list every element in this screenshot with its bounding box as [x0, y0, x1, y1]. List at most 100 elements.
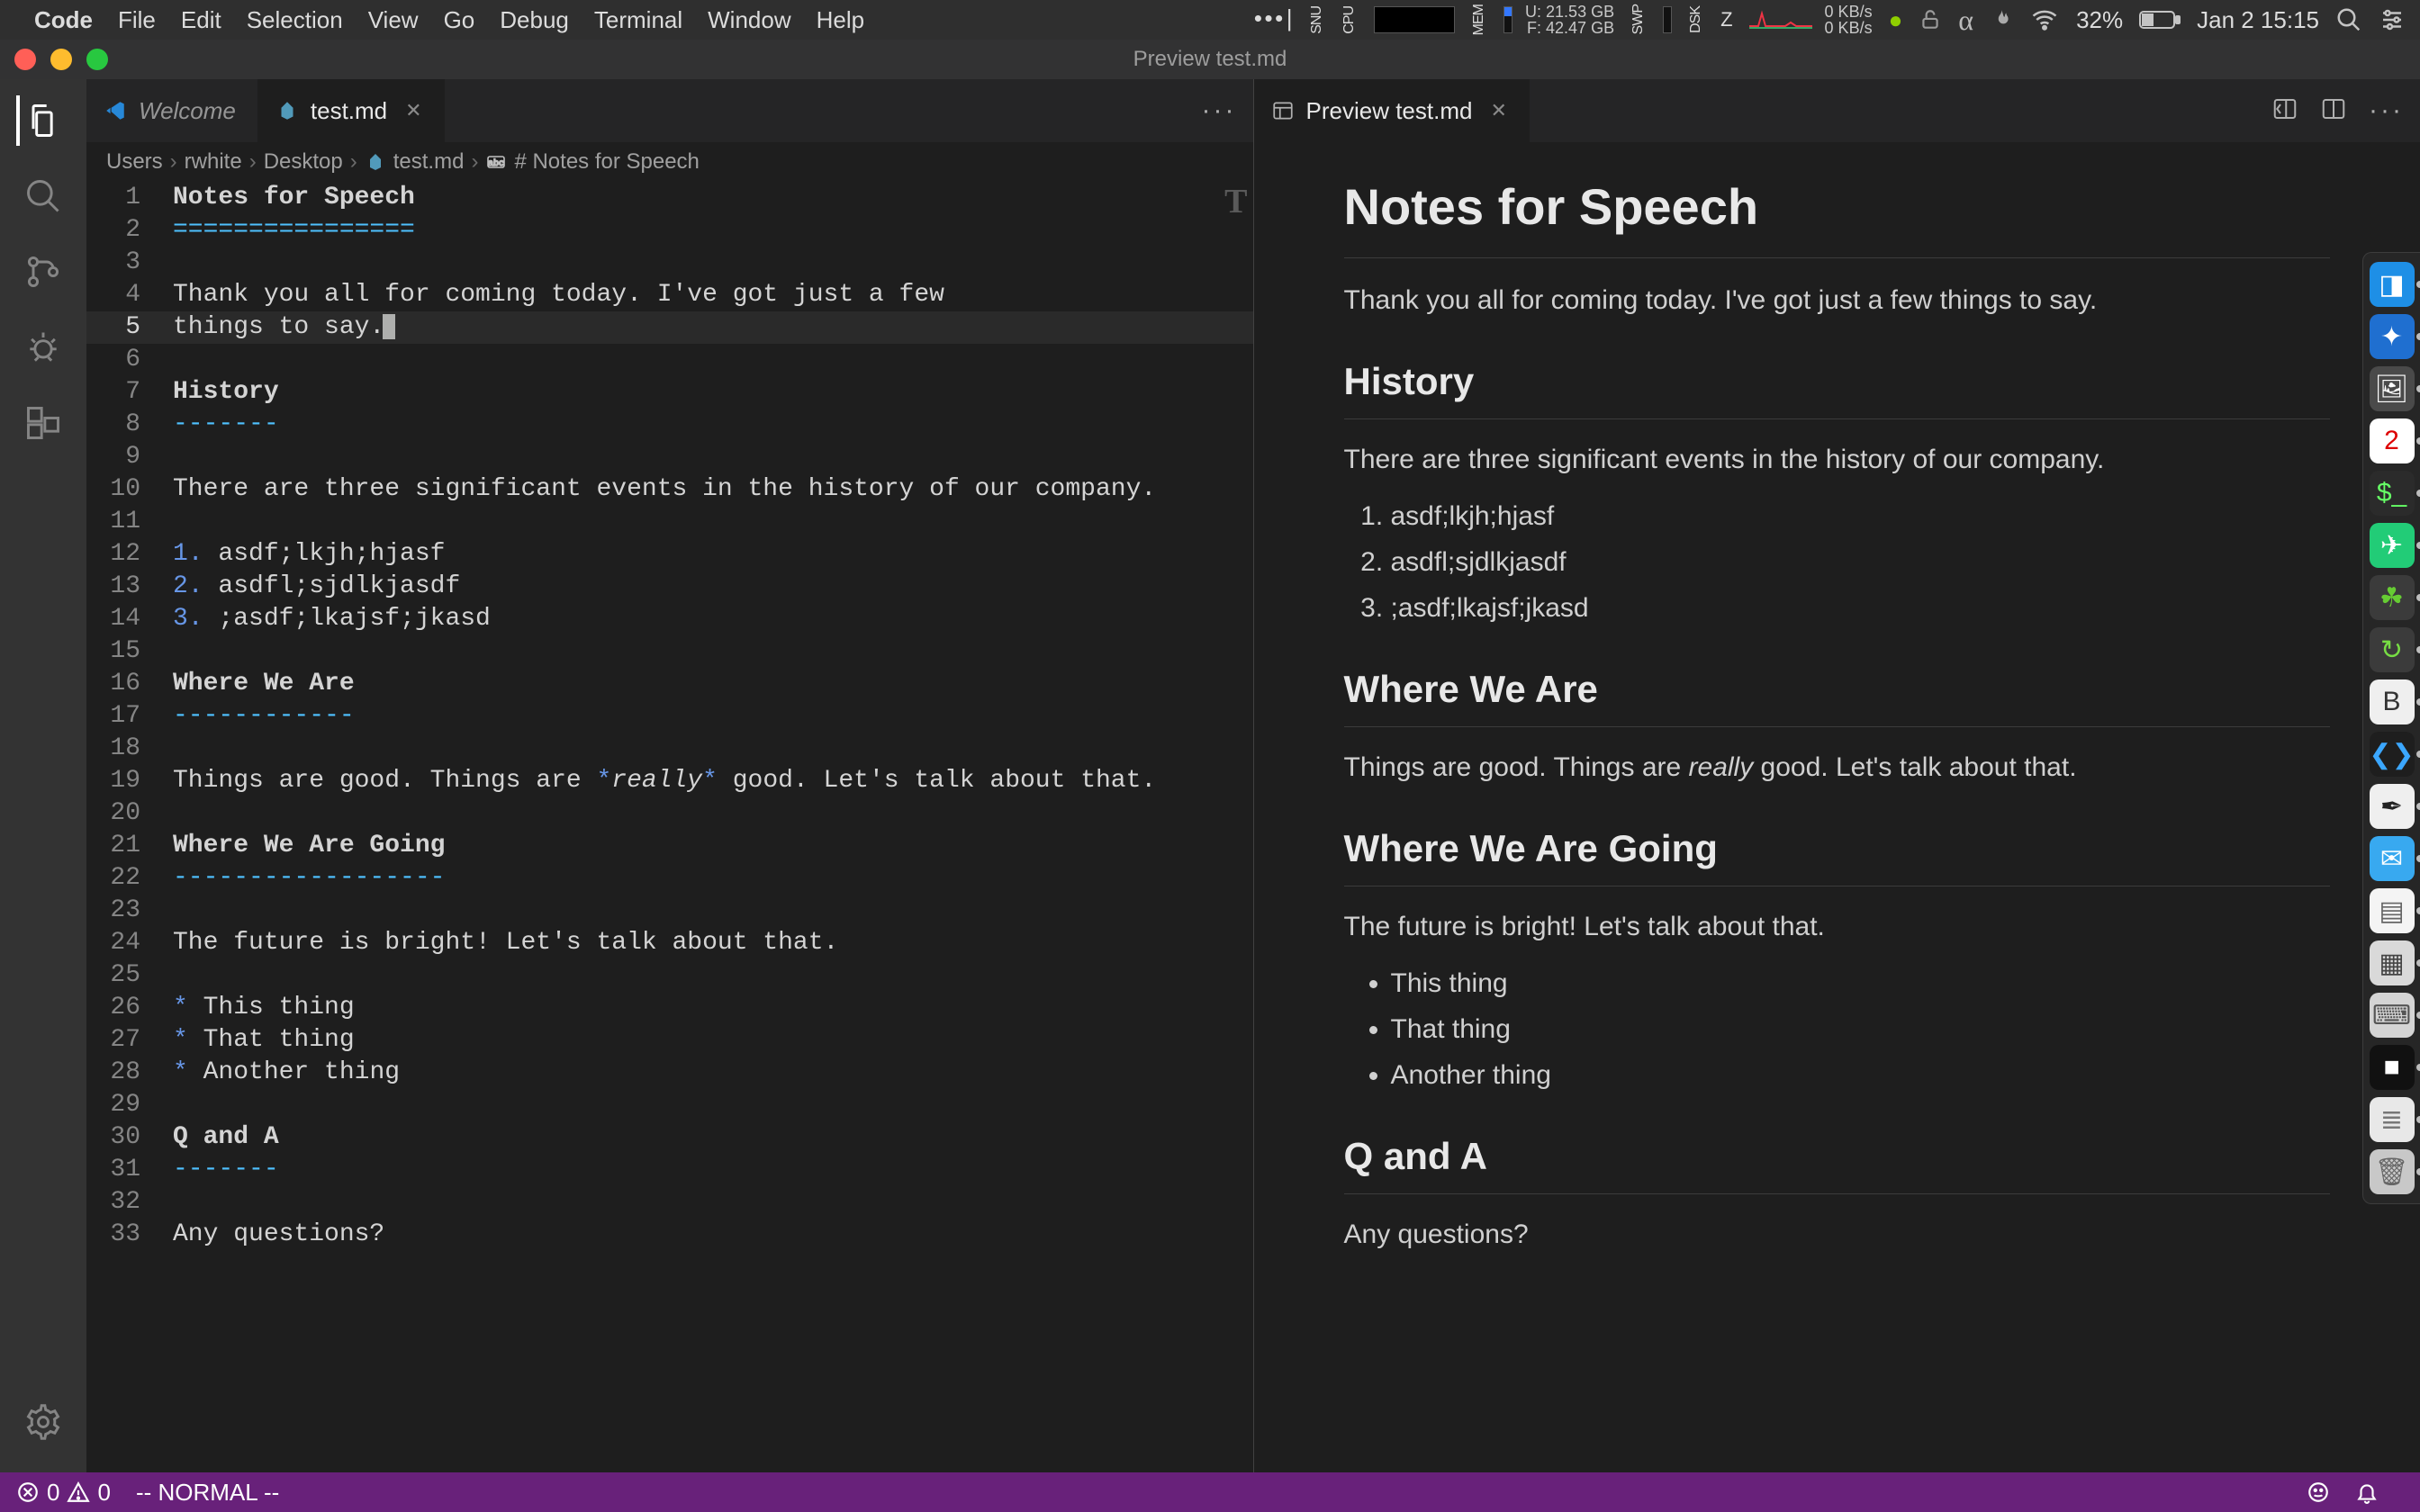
code-line[interactable]: 24The future is bright! Let's talk about…: [86, 927, 1253, 959]
dock-trash[interactable]: 🗑: [2370, 1149, 2415, 1194]
tab-welcome[interactable]: Welcome: [86, 79, 258, 142]
window-close-button[interactable]: [14, 49, 36, 70]
menu-app[interactable]: Code: [34, 6, 93, 34]
dock-terminal[interactable]: $_: [2370, 471, 2415, 516]
activity-explorer[interactable]: [16, 95, 67, 146]
tab-close-button[interactable]: ✕: [405, 99, 421, 122]
code-line[interactable]: 143. ;asdf;lkajsf;jkasd: [86, 603, 1253, 635]
code-line[interactable]: 22------------------: [86, 862, 1253, 895]
menubar-status-dot-icon[interactable]: ●: [1889, 6, 1903, 34]
split-editor-icon[interactable]: [2320, 95, 2347, 127]
dock-textedit[interactable]: ▤: [2370, 888, 2415, 933]
minimap[interactable]: T: [1210, 182, 1253, 1472]
code-line[interactable]: 9: [86, 441, 1253, 473]
breadcrumb-seg[interactable]: # Notes for Speech: [514, 149, 699, 175]
status-feedback-icon[interactable]: [2307, 1480, 2330, 1504]
menu-window[interactable]: Window: [708, 6, 790, 33]
code-line[interactable]: 11: [86, 506, 1253, 538]
code-editor[interactable]: T 1Notes for Speech2================34Th…: [86, 182, 1253, 1472]
window-zoom-button[interactable]: [86, 49, 108, 70]
menu-terminal[interactable]: Terminal: [594, 6, 682, 33]
dock-b-app[interactable]: B: [2370, 680, 2415, 724]
code-line[interactable]: 28* Another thing: [86, 1057, 1253, 1089]
dock-finder[interactable]: ◨: [2370, 262, 2415, 307]
code-line[interactable]: 21Where We Are Going: [86, 830, 1253, 862]
dock-ink[interactable]: ✒: [2370, 784, 2415, 829]
code-line[interactable]: 16Where We Are: [86, 668, 1253, 700]
code-line[interactable]: 31-------: [86, 1154, 1253, 1186]
menubar-wifi-icon[interactable]: [2029, 6, 2060, 33]
menubar-flame-icon[interactable]: [1990, 6, 2013, 33]
activity-debug[interactable]: [18, 322, 68, 373]
breadcrumb-seg[interactable]: Desktop: [264, 149, 343, 175]
dock-calendar[interactable]: 2: [2370, 418, 2415, 464]
breadcrumbs[interactable]: Users› rwhite› Desktop› test.md› abc # N…: [86, 142, 1253, 182]
code-line[interactable]: 32: [86, 1186, 1253, 1219]
menu-selection[interactable]: Selection: [247, 6, 343, 33]
menubar-scribble-icon[interactable]: α: [1958, 4, 1973, 37]
menu-debug[interactable]: Debug: [500, 6, 569, 33]
code-line[interactable]: 20: [86, 797, 1253, 830]
code-line[interactable]: 6: [86, 344, 1253, 376]
menu-view[interactable]: View: [368, 6, 419, 33]
dock-cycle[interactable]: ↻: [2370, 627, 2415, 672]
dock-doc[interactable]: ≣: [2370, 1097, 2415, 1142]
tab-testmd[interactable]: test.md ✕: [258, 79, 445, 142]
menu-file[interactable]: File: [118, 6, 156, 33]
dock-messages[interactable]: ✉: [2370, 836, 2415, 881]
dock-vscode[interactable]: ❮❯: [2370, 732, 2415, 777]
menu-edit[interactable]: Edit: [181, 6, 221, 33]
menubar-spotlight-icon[interactable]: [2335, 6, 2362, 33]
tab-close-button[interactable]: ✕: [1490, 99, 1506, 122]
menubar-control-center-icon[interactable]: [2379, 6, 2406, 33]
menubar-clock[interactable]: Jan 2 15:15: [2197, 6, 2319, 34]
menubar-battery-icon[interactable]: [2139, 9, 2181, 31]
menubar-lock-icon[interactable]: [1919, 8, 1942, 32]
dock-preview[interactable]: 🖼: [2370, 366, 2415, 411]
dock-dark-square[interactable]: ■: [2370, 1045, 2415, 1090]
tab-preview[interactable]: Preview test.md ✕: [1254, 79, 1530, 142]
markdown-preview[interactable]: Notes for Speech Thank you all for comin…: [1254, 142, 2420, 1472]
status-problems[interactable]: 0 0: [16, 1479, 111, 1507]
code-line[interactable]: 29: [86, 1089, 1253, 1121]
code-line[interactable]: 7History: [86, 376, 1253, 409]
window-titlebar[interactable]: Preview test.md: [0, 40, 2420, 79]
code-line[interactable]: 27* That thing: [86, 1024, 1253, 1057]
code-line[interactable]: 5things to say.: [86, 311, 1253, 344]
code-line[interactable]: 25: [86, 959, 1253, 992]
code-line[interactable]: 23: [86, 895, 1253, 927]
code-line[interactable]: 1Notes for Speech: [86, 182, 1253, 214]
code-line[interactable]: 121. asdf;lkjh;hjasf: [86, 538, 1253, 571]
code-line[interactable]: 8-------: [86, 409, 1253, 441]
code-line[interactable]: 26* This thing: [86, 992, 1253, 1024]
code-line[interactable]: 18: [86, 733, 1253, 765]
activity-settings[interactable]: [18, 1397, 68, 1447]
code-line[interactable]: 30Q and A: [86, 1121, 1253, 1154]
activity-source-control[interactable]: [18, 247, 68, 297]
code-line[interactable]: 17------------: [86, 700, 1253, 733]
code-line[interactable]: 3: [86, 247, 1253, 279]
code-line[interactable]: 4Thank you all for coming today. I've go…: [86, 279, 1253, 311]
code-line[interactable]: 2================: [86, 214, 1253, 247]
code-line[interactable]: 19Things are good. Things are *really* g…: [86, 765, 1253, 797]
activity-extensions[interactable]: [18, 398, 68, 448]
menu-go[interactable]: Go: [444, 6, 475, 33]
code-line[interactable]: 15: [86, 635, 1253, 668]
status-bell-icon[interactable]: [2355, 1480, 2379, 1504]
code-line[interactable]: 10There are three significant events in …: [86, 473, 1253, 506]
dock-keyboard[interactable]: ⌨: [2370, 993, 2415, 1038]
breadcrumb-seg[interactable]: Users: [106, 149, 163, 175]
code-line[interactable]: 33Any questions?: [86, 1219, 1253, 1251]
dock-maps[interactable]: ✈: [2370, 523, 2415, 568]
menu-help[interactable]: Help: [817, 6, 864, 33]
breadcrumb-seg[interactable]: test.md: [393, 149, 465, 175]
code-line[interactable]: 132. asdfl;sjdlkjasdf: [86, 571, 1253, 603]
show-source-icon[interactable]: [2271, 95, 2298, 127]
editor-more-actions-icon[interactable]: ···: [1202, 95, 1237, 126]
editor-more-actions-icon[interactable]: ···: [2369, 95, 2404, 126]
dock-leaf[interactable]: ☘: [2370, 575, 2415, 620]
dock-qr[interactable]: ▦: [2370, 940, 2415, 986]
activity-search[interactable]: [18, 171, 68, 221]
window-minimize-button[interactable]: [50, 49, 72, 70]
breadcrumb-seg[interactable]: rwhite: [185, 149, 242, 175]
